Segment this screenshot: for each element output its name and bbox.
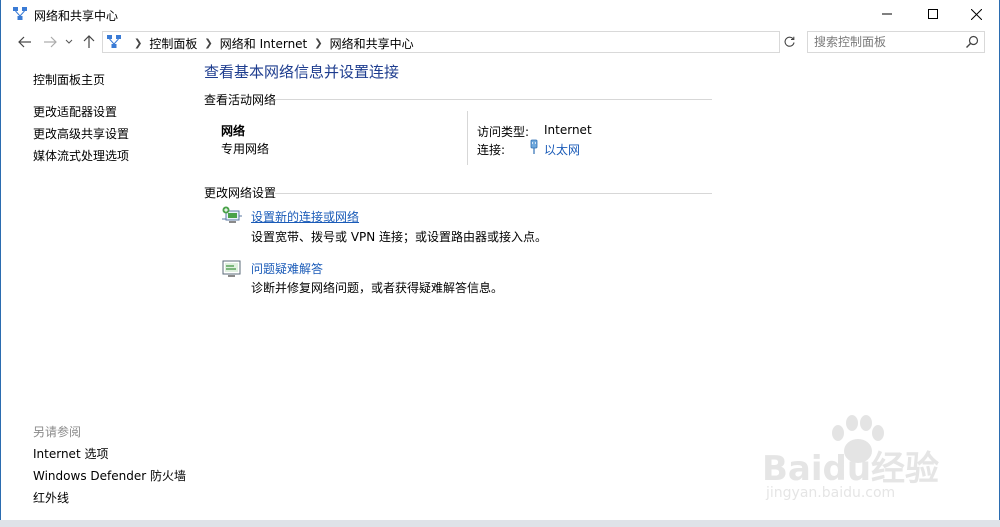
setup-connection-link[interactable]: 设置新的连接或网络 xyxy=(251,208,359,225)
breadcrumb-network-sharing-center[interactable]: 网络和共享中心 xyxy=(330,35,414,52)
network-name: 网络 xyxy=(221,124,246,138)
up-button[interactable] xyxy=(80,33,98,51)
page-title: 查看基本网络信息并设置连接 xyxy=(204,63,400,81)
vertical-divider xyxy=(467,111,468,165)
back-button[interactable] xyxy=(16,33,34,51)
search-input[interactable] xyxy=(814,34,954,50)
section-divider xyxy=(275,193,712,194)
breadcrumb-control-panel[interactable]: 控制面板 xyxy=(149,35,197,52)
sidebar-item-media-streaming[interactable]: 媒体流式处理选项 xyxy=(33,147,129,164)
breadcrumb-separator-icon[interactable]: ❯ xyxy=(314,38,322,49)
breadcrumb-network-internet[interactable]: 网络和 Internet xyxy=(220,35,307,52)
setup-connection-description: 设置宽带、拨号或 VPN 连接；或设置路由器或接入点。 xyxy=(251,230,548,244)
sidebar-item-adapter-settings[interactable]: 更改适配器设置 xyxy=(33,103,117,120)
sidebar: 控制面板主页 更改适配器设置 更改高级共享设置 媒体流式处理选项 另请参阅 In… xyxy=(1,56,189,518)
close-button[interactable] xyxy=(953,0,999,28)
close-icon xyxy=(970,8,982,20)
refresh-button[interactable] xyxy=(781,33,797,49)
access-type-value: Internet xyxy=(544,123,592,137)
sidebar-item-control-panel-home[interactable]: 控制面板主页 xyxy=(33,71,105,88)
up-arrow-icon xyxy=(83,35,95,48)
new-connection-icon xyxy=(222,206,242,223)
network-type: 专用网络 xyxy=(221,142,270,156)
see-also-heading: 另请参阅 xyxy=(33,425,82,439)
troubleshoot-icon xyxy=(222,260,241,277)
control-panel-icon xyxy=(107,35,121,48)
ethernet-icon xyxy=(530,139,538,154)
search-box[interactable] xyxy=(807,31,985,53)
sidebar-item-internet-options[interactable]: Internet 选项 xyxy=(33,445,108,462)
maximize-button[interactable] xyxy=(910,0,956,28)
access-type-label: 访问类型: xyxy=(477,125,530,139)
sidebar-item-defender-firewall[interactable]: Windows Defender 防火墙 xyxy=(33,467,186,484)
troubleshoot-link[interactable]: 问题疑难解答 xyxy=(251,260,323,277)
window-title: 网络和共享中心 xyxy=(34,9,119,23)
minimize-icon xyxy=(882,13,892,15)
refresh-icon xyxy=(784,36,795,47)
network-center-icon xyxy=(13,7,27,20)
title-bar[interactable]: 网络和共享中心 xyxy=(1,0,999,28)
forward-button[interactable] xyxy=(41,33,59,51)
back-arrow-icon xyxy=(18,36,31,48)
address-bar[interactable]: ❯ 控制面板 ❯ 网络和 Internet ❯ 网络和共享中心 xyxy=(102,31,878,53)
sidebar-item-advanced-sharing[interactable]: 更改高级共享设置 xyxy=(33,125,129,142)
breadcrumb-separator-icon[interactable]: ❯ xyxy=(204,38,212,49)
connection-label: 连接: xyxy=(477,143,506,157)
ethernet-link[interactable]: 以太网 xyxy=(544,141,580,158)
breadcrumb-separator-icon[interactable]: ❯ xyxy=(134,38,142,49)
section-divider xyxy=(275,99,712,100)
search-icon[interactable] xyxy=(965,35,979,49)
minimize-button[interactable] xyxy=(864,0,910,28)
recent-locations-button[interactable] xyxy=(63,33,75,51)
chevron-down-icon xyxy=(65,39,73,44)
breadcrumb: ❯ 控制面板 ❯ 网络和 Internet ❯ 网络和共享中心 xyxy=(127,35,414,52)
forward-arrow-icon xyxy=(44,36,57,48)
background-window-edge xyxy=(0,520,1000,527)
main-content: 查看基本网络信息并设置连接 查看活动网络 网络 专用网络 访问类型: Inter… xyxy=(191,56,991,518)
active-networks-heading: 查看活动网络 xyxy=(204,93,277,107)
control-panel-window: 网络和共享中心 ❯ 控制面板 ❯ 网络和 Internet ❯ 网络和共享中心 … xyxy=(0,0,1000,521)
change-settings-heading: 更改网络设置 xyxy=(204,186,277,200)
sidebar-item-infrared[interactable]: 红外线 xyxy=(33,489,69,506)
maximize-icon xyxy=(928,9,938,19)
troubleshoot-description: 诊断并修复网络问题，或者获得疑难解答信息。 xyxy=(251,281,504,295)
